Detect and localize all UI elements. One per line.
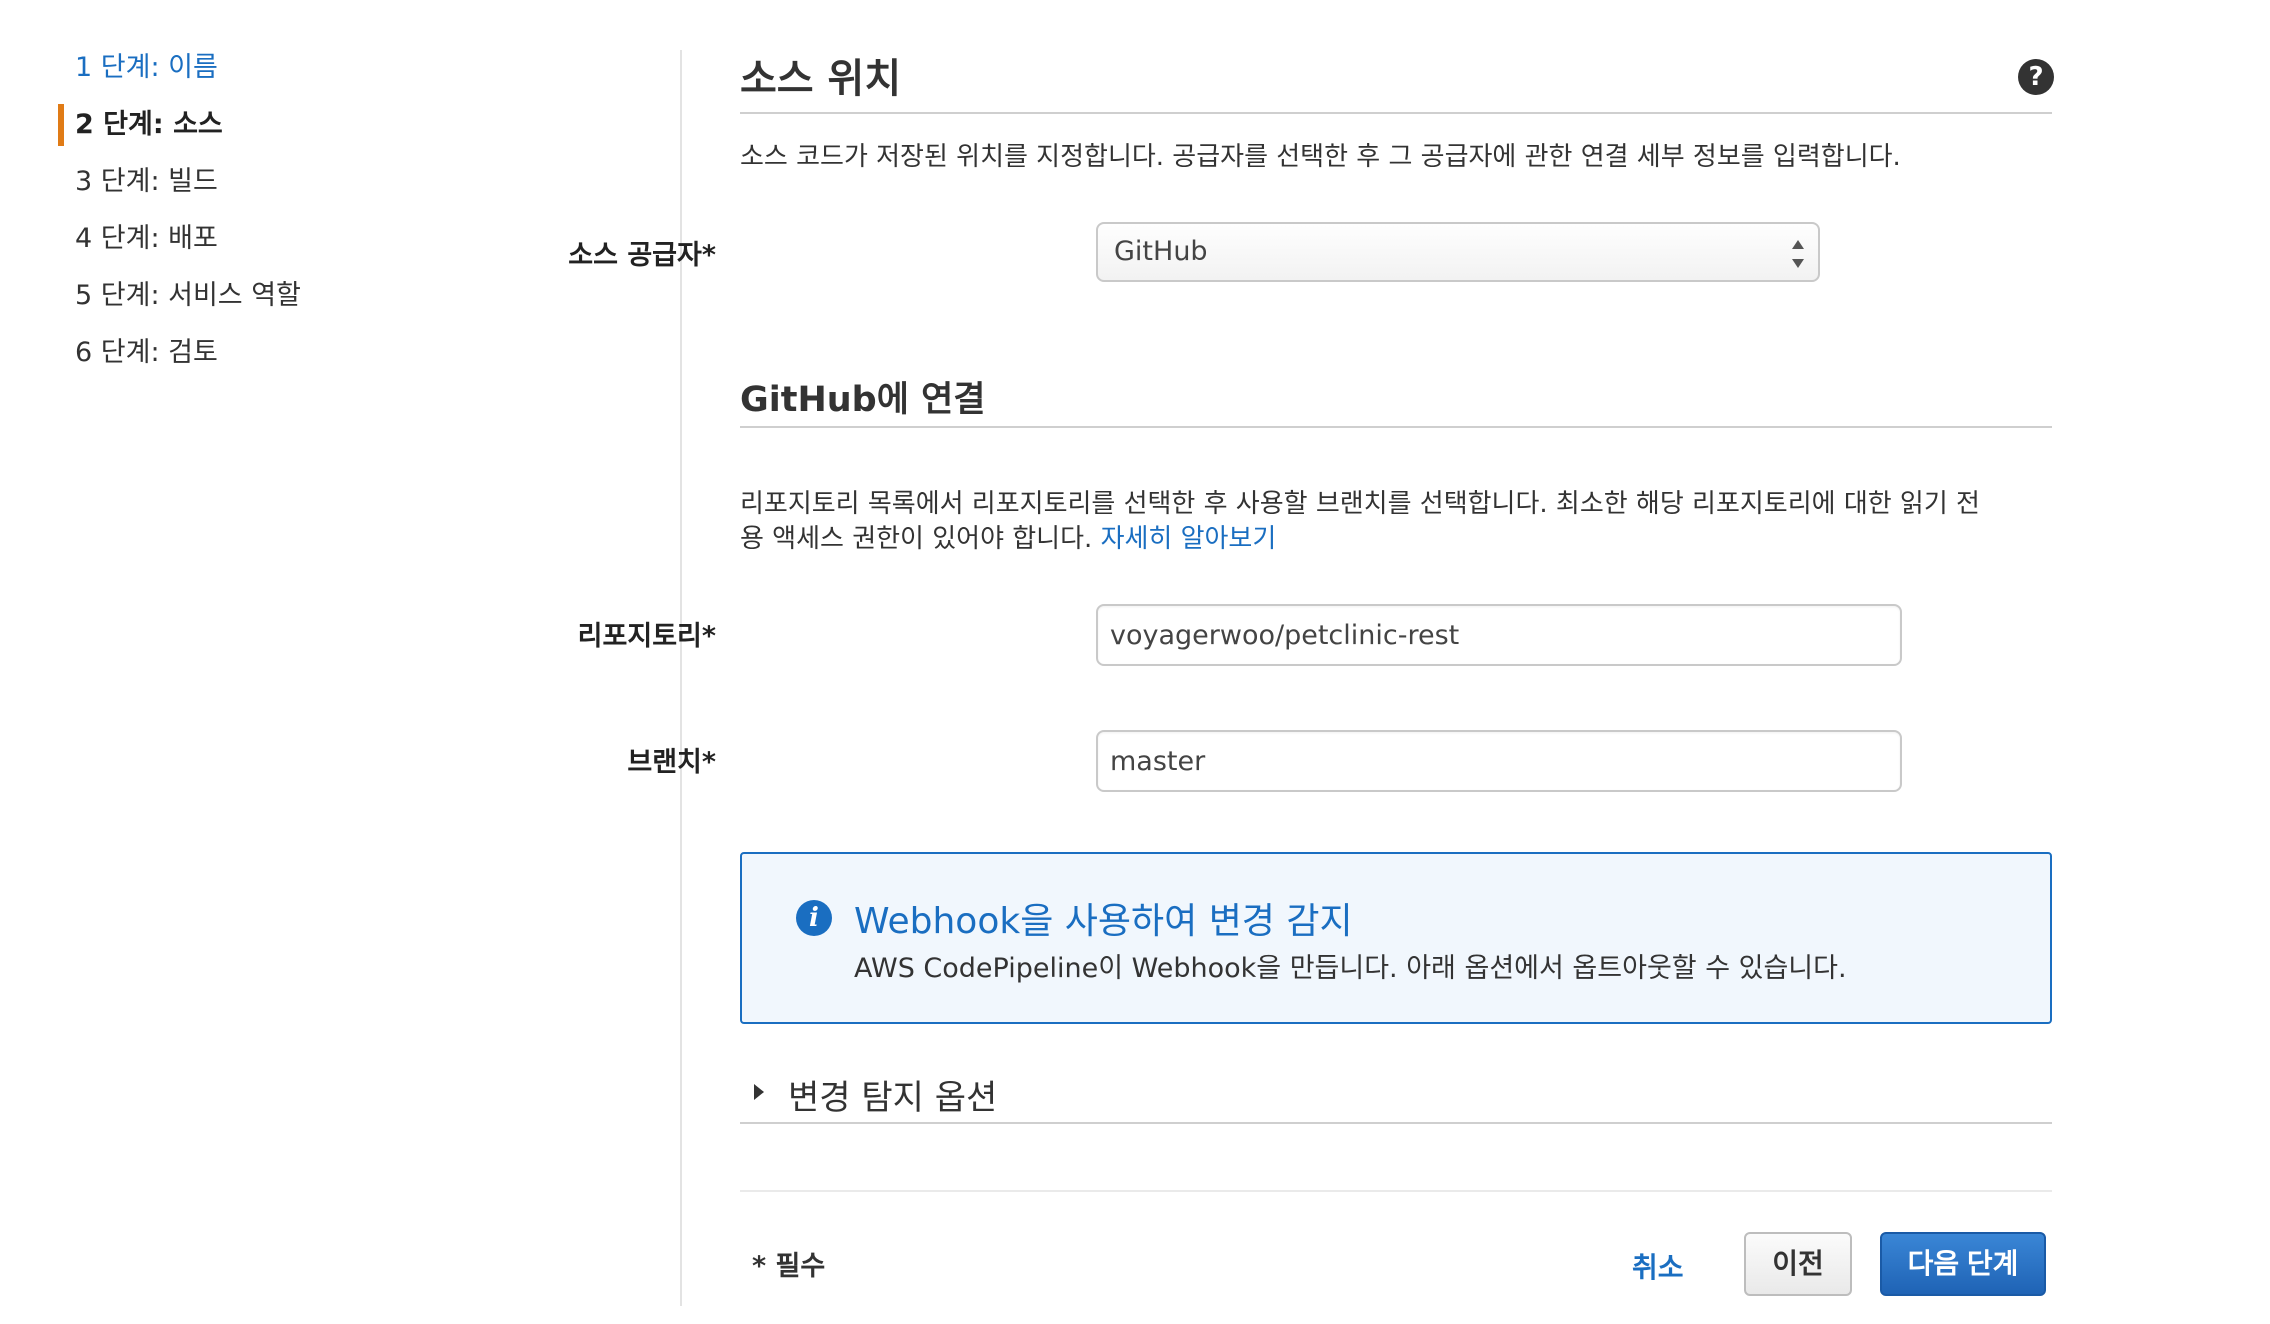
cancel-button[interactable]: 취소	[1632, 1246, 1684, 1286]
step-5-service-role: 5 단계: 서비스 역할	[75, 280, 301, 311]
source-provider-value: GitHub	[1114, 236, 1208, 267]
github-description: 리포지토리 목록에서 리포지토리를 선택한 후 사용할 브랜치를 선택합니다. …	[740, 487, 1980, 557]
section-divider	[740, 112, 2052, 114]
change-detection-options-label: 변경 탐지 옵션	[788, 1078, 998, 1118]
repository-label: 리포지토리*	[577, 621, 716, 652]
github-description-line2: 용 액세스 권한이 있어야 합니다.	[740, 524, 1093, 554]
caret-right-icon	[754, 1084, 764, 1100]
step-1-name[interactable]: 1 단계: 이름	[58, 46, 618, 103]
info-icon: i	[796, 900, 832, 936]
footer-divider	[740, 1190, 2052, 1192]
source-description: 소스 코드가 저장된 위치를 지정합니다. 공급자를 선택한 후 그 공급자에 …	[740, 142, 1901, 172]
main-content: 소스 위치 ? 소스 코드가 저장된 위치를 지정합니다. 공급자를 선택한 후…	[568, 0, 2060, 1324]
github-description-line1: 리포지토리 목록에서 리포지토리를 선택한 후 사용할 브랜치를 선택합니다. …	[740, 489, 1980, 519]
section-divider	[740, 1122, 2052, 1124]
source-provider-label: 소스 공급자*	[568, 240, 716, 271]
learn-more-link[interactable]: 자세히 알아보기	[1101, 524, 1277, 554]
required-note: * 필수	[752, 1251, 826, 1282]
previous-button[interactable]: 이전	[1744, 1232, 1852, 1296]
repository-input[interactable]	[1096, 604, 1902, 666]
info-text: AWS CodePipeline이 Webhook을 만듭니다. 아래 옵션에서…	[854, 953, 1847, 984]
select-arrows-icon	[1792, 240, 1806, 268]
source-provider-select[interactable]: GitHub	[1096, 222, 1820, 282]
webhook-info-box: i Webhook을 사용하여 변경 감지 AWS CodePipeline이 …	[740, 852, 2052, 1024]
source-location-title: 소스 위치	[740, 56, 902, 102]
step-2-source: 2 단계: 소스	[58, 103, 618, 160]
section-divider	[740, 426, 2052, 428]
help-icon[interactable]: ?	[2018, 59, 2054, 95]
step-6-review: 6 단계: 검토	[75, 337, 218, 368]
branch-label: 브랜치*	[627, 747, 716, 778]
next-step-button[interactable]: 다음 단계	[1880, 1232, 2046, 1296]
wizard-steps: 1 단계: 이름 2 단계: 소스 3 단계: 빌드 4 단계: 배포 5 단계…	[58, 46, 618, 388]
branch-input[interactable]	[1096, 730, 1902, 792]
step-3-build: 3 단계: 빌드	[75, 166, 218, 197]
github-connect-title: GitHub에 연결	[740, 380, 986, 420]
info-title: Webhook을 사용하여 변경 감지	[854, 901, 1353, 942]
change-detection-options-toggle[interactable]: 변경 탐지 옵션	[740, 1066, 2052, 1118]
